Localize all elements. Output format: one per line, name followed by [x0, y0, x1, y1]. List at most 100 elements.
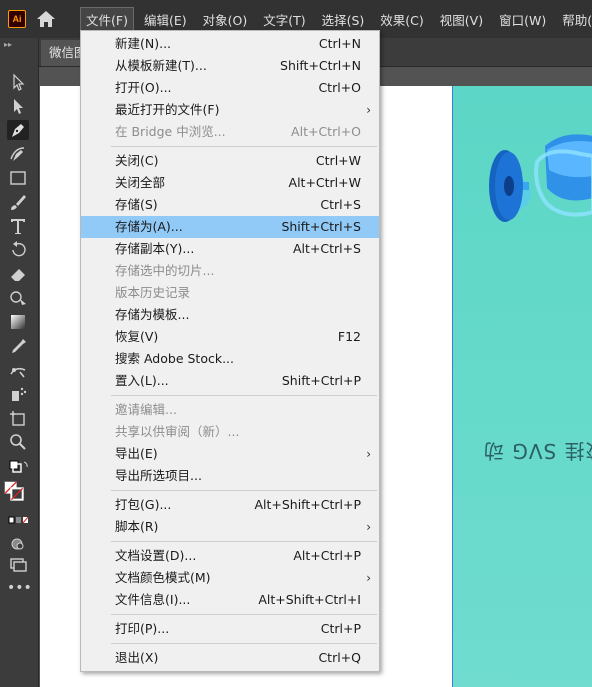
file-menu-item[interactable]: 打印(P)... Ctrl+P [81, 618, 379, 640]
file-menu-item[interactable]: 关闭全部 Alt+Ctrl+W [81, 172, 379, 194]
file-menu-item: 存储选中的切片... [81, 260, 379, 282]
file-menu-item[interactable]: 退出(X) Ctrl+Q [81, 647, 379, 669]
submenu-arrow-icon: › [366, 520, 371, 534]
menu-item-label: 文档设置(D)... [115, 548, 197, 563]
menubar-item[interactable]: 视图(V) [434, 7, 489, 32]
menu-separator [111, 490, 377, 491]
menu-item-shortcut: Shift+Ctrl+P [281, 373, 361, 388]
file-menu-item[interactable]: 文档颜色模式(M) › [81, 567, 379, 589]
symbol-sprayer-tool-icon[interactable] [7, 384, 29, 404]
menu-item-shortcut: Shift+Ctrl+N [280, 58, 361, 73]
menu-item-label: 邀请编辑... [115, 402, 177, 417]
menubar-item[interactable]: 窗口(W) [493, 7, 552, 32]
menu-item-shortcut: Ctrl+S [320, 197, 361, 212]
menubar-item[interactable]: 效果(C) [374, 7, 429, 32]
file-menu-item[interactable]: 最近打开的文件(F) › [81, 99, 379, 121]
paintbrush-tool-icon[interactable] [7, 192, 29, 212]
file-menu-item: 版本历史记录 [81, 282, 379, 304]
gradient-tool-icon[interactable] [7, 312, 29, 332]
rectangle-tool-icon[interactable] [7, 168, 29, 188]
file-menu-item[interactable]: 新建(N)... Ctrl+N [81, 33, 379, 55]
color-mode-icons[interactable] [7, 514, 29, 534]
menu-item-label: 打包(G)... [115, 497, 172, 512]
menu-item-shortcut: Alt+Shift+Ctrl+P [254, 497, 361, 512]
menu-item-shortcut: Alt+Ctrl+S [292, 241, 361, 256]
file-menu-item[interactable]: 文档设置(D)... Alt+Ctrl+P [81, 545, 379, 567]
menubar-item[interactable]: 选择(S) [316, 7, 371, 32]
menu-item-label: 恢复(V) [115, 329, 159, 344]
menu-item-label: 存储选中的切片... [115, 263, 215, 278]
menubar-item[interactable]: 帮助(H) [556, 7, 592, 32]
menu-item-label: 存储为(A)... [115, 219, 183, 234]
home-icon[interactable] [36, 10, 56, 28]
menu-item-shortcut: Ctrl+Q [318, 650, 361, 665]
file-menu-item[interactable]: 导出所选项目... [81, 465, 379, 487]
menu-separator [111, 614, 377, 615]
menu-separator [111, 541, 377, 542]
menubar-item[interactable]: 编辑(E) [138, 7, 193, 32]
shape-builder-tool-icon[interactable] [7, 288, 29, 308]
file-menu-item[interactable]: 存储副本(Y)... Alt+Ctrl+S [81, 238, 379, 260]
type-tool-icon[interactable] [7, 216, 29, 236]
menu-item-label: 搜索 Adobe Stock... [115, 351, 235, 366]
file-menu-item: 在 Bridge 中浏览... Alt+Ctrl+O [81, 121, 379, 143]
menubar-item[interactable]: 文件(F) [80, 6, 134, 32]
drawing-mode-icon[interactable] [7, 534, 29, 554]
menu-item-label: 导出所选项目... [115, 468, 202, 483]
menu-item-label: 共享以供审阅（新）... [115, 424, 240, 439]
file-menu-item[interactable]: 打包(G)... Alt+Shift+Ctrl+P [81, 494, 379, 516]
artwork-illustration [489, 134, 592, 222]
file-menu-item[interactable]: 搜索 Adobe Stock... [81, 348, 379, 370]
file-menu-item[interactable]: 脚本(R) › [81, 516, 379, 538]
menu-item-shortcut: Shift+Ctrl+S [281, 219, 361, 234]
file-menu-dropdown: 新建(N)... Ctrl+N 从模板新建(T)... Shift+Ctrl+N 打开(… [80, 30, 380, 672]
menu-item-label: 最近打开的文件(F) [115, 102, 220, 117]
file-menu-item[interactable]: 恢复(V) F12 [81, 326, 379, 348]
default-fill-stroke-icon[interactable] [7, 458, 29, 478]
file-menu-item[interactable]: 导出(E) › [81, 443, 379, 465]
file-menu-item[interactable]: 文件信息(I)... Alt+Shift+Ctrl+I [81, 589, 379, 611]
submenu-arrow-icon: › [366, 103, 371, 117]
menu-item-label: 置入(L)... [115, 373, 169, 388]
eyedropper-tool-icon[interactable] [7, 336, 29, 356]
file-menu-item[interactable]: 打开(O)... Ctrl+O [81, 77, 379, 99]
menu-item-label: 关闭全部 [115, 175, 166, 190]
pen-tool-icon[interactable] [7, 120, 29, 140]
curvature-tool-icon[interactable] [7, 144, 29, 164]
file-menu-item[interactable]: 存储为模板... [81, 304, 379, 326]
rotate-tool-icon[interactable] [7, 240, 29, 260]
menu-item-label: 版本历史记录 [115, 285, 191, 300]
artboard-tool-icon[interactable] [7, 408, 29, 428]
artwork-mirrored-text: 校挂 SVG 动 [483, 439, 592, 463]
zoom-tool-icon[interactable] [7, 432, 29, 452]
direct-selection-tool-icon[interactable] [7, 96, 29, 116]
file-menu-item[interactable]: 存储(S) Ctrl+S [81, 194, 379, 216]
edit-toolbar-icon[interactable]: ••• [7, 581, 32, 602]
menu-item-label: 新建(N)... [115, 36, 172, 51]
file-menu-item[interactable]: 置入(L)... Shift+Ctrl+P [81, 370, 379, 392]
menu-item-label: 存储副本(Y)... [115, 241, 195, 256]
menu-item-label: 脚本(R) [115, 519, 159, 534]
selection-tool-icon[interactable] [7, 72, 29, 92]
screen-mode-icon[interactable] [7, 554, 29, 574]
menu-item-shortcut: Ctrl+W [315, 153, 361, 168]
file-menu-item[interactable]: 关闭(C) Ctrl+W [81, 150, 379, 172]
menubar-item[interactable]: 对象(O) [197, 7, 254, 32]
menu-item-label: 存储为模板... [115, 307, 190, 322]
file-menu-item[interactable]: 从模板新建(T)... Shift+Ctrl+N [81, 55, 379, 77]
menu-item-shortcut: Ctrl+N [318, 36, 361, 51]
artwork-area[interactable]: 校挂 SVG 动 [452, 86, 592, 687]
menu-item-shortcut: F12 [337, 329, 361, 344]
puppet-warp-tool-icon[interactable] [7, 360, 29, 380]
menu-separator [111, 643, 377, 644]
menubar-item[interactable]: 文字(T) [257, 7, 311, 32]
menu-item-label: 在 Bridge 中浏览... [115, 124, 226, 139]
menu-item-shortcut: Ctrl+P [320, 621, 361, 636]
menu-item-label: 退出(X) [115, 650, 159, 665]
file-menu-item[interactable]: 存储为(A)... Shift+Ctrl+S [81, 216, 379, 238]
fill-stroke-swatch-icon[interactable] [3, 481, 33, 511]
illustrator-logo: Ai [8, 10, 26, 28]
menu-item-label: 导出(E) [115, 446, 158, 461]
panel-grip-icon[interactable]: ▸▸ [4, 40, 12, 49]
eraser-tool-icon[interactable] [7, 264, 29, 284]
